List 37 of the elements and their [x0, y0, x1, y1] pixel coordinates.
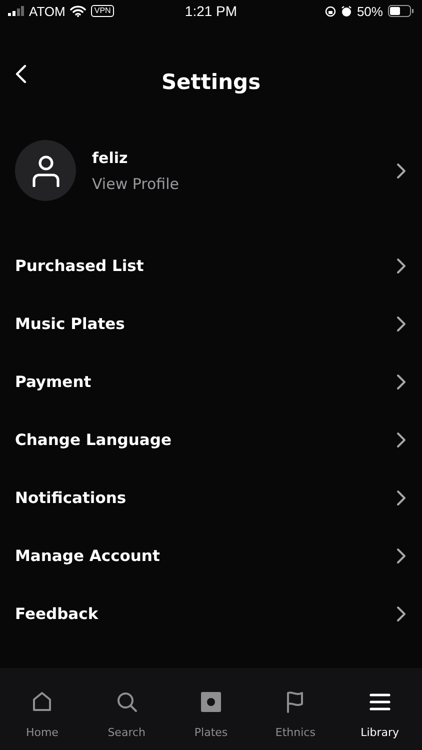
chevron-icon: [396, 316, 406, 332]
profile-row[interactable]: feliz View Profile: [0, 106, 422, 201]
tab-item[interactable]: Home: [0, 690, 84, 739]
carrier-name: ATOM: [29, 4, 66, 18]
back-icon[interactable]: [14, 64, 28, 84]
chevron-icon: [396, 374, 406, 390]
page-title: Settings: [160, 70, 262, 94]
menu-item[interactable]: Notifications: [0, 469, 422, 527]
chevron-icon: [396, 606, 406, 622]
wifi-icon: [70, 5, 86, 17]
menu-item[interactable]: Purchased List: [0, 237, 422, 295]
chevron-icon: [396, 162, 406, 178]
chevron-icon: [396, 548, 406, 564]
menu-item[interactable]: Payment: [0, 353, 422, 411]
signal-icon: [8, 6, 24, 16]
menu-item[interactable]: Change Language: [0, 411, 422, 469]
menu-item[interactable]: Feedback: [0, 585, 422, 643]
clock-time: 1:21 PM: [184, 3, 238, 19]
tab-item[interactable]: Search: [84, 690, 169, 739]
chevron-icon: [396, 432, 406, 448]
person-icon: [30, 154, 60, 186]
search-icon: [114, 690, 139, 714]
view-profile-link[interactable]: View Profile: [92, 174, 180, 192]
tab-item[interactable]: Plates: [168, 690, 254, 739]
chevron-icon: [396, 490, 406, 506]
tab-item[interactable]: Library: [338, 690, 422, 739]
vpn-badge: VPN: [91, 5, 114, 17]
square-icon: [199, 690, 224, 714]
menu-item[interactable]: Music Plates: [0, 295, 422, 353]
battery-icon: [388, 5, 414, 17]
tab-item[interactable]: Ethnics: [253, 690, 338, 739]
rotation-lock-icon: [324, 6, 336, 16]
user-name: feliz: [92, 148, 128, 166]
chevron-icon: [396, 258, 406, 274]
alarm-icon: [340, 6, 352, 16]
menu-item[interactable]: Manage Account: [0, 527, 422, 585]
battery-percent: 50%: [356, 4, 383, 18]
